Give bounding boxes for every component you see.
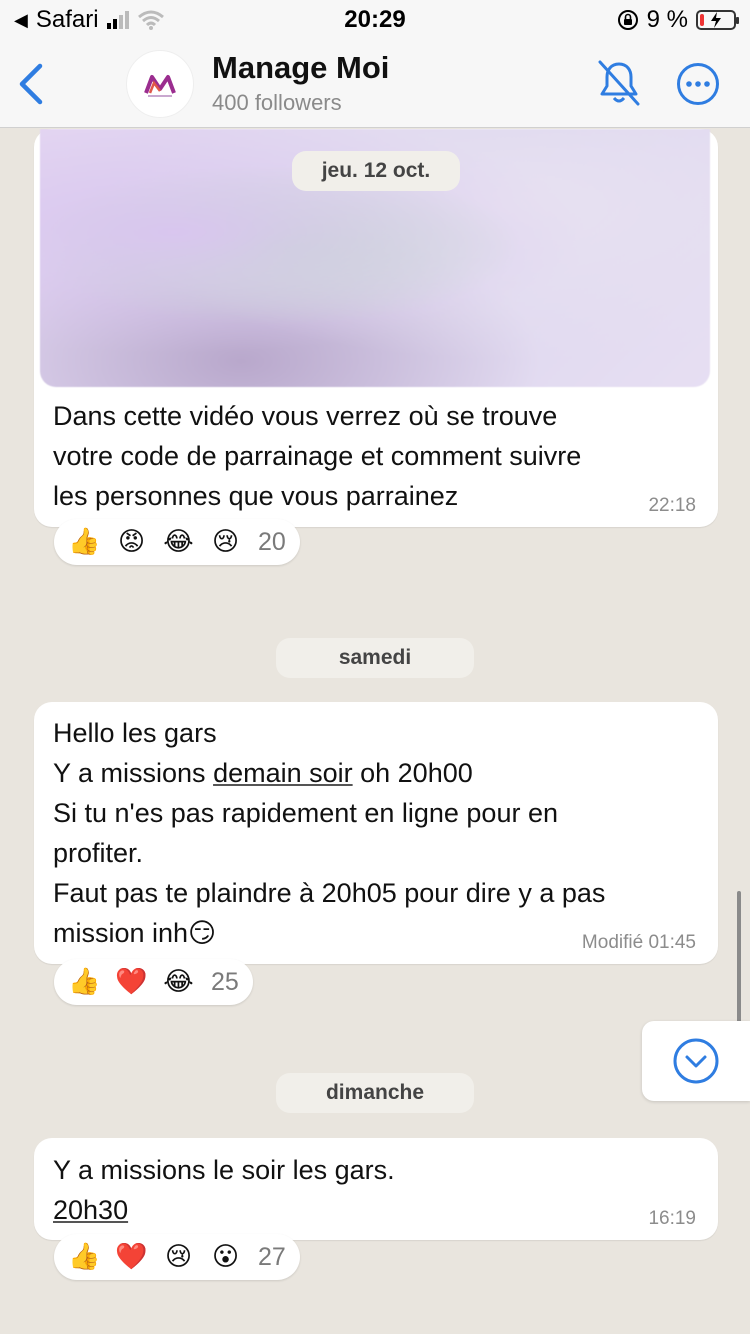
reaction-count: 20: [258, 527, 286, 556]
cry-reaction[interactable]: 😢: [209, 526, 242, 559]
laugh-reaction[interactable]: 😂: [162, 526, 195, 559]
status-right: 9 %: [617, 6, 739, 34]
message-line: Si tu n'es pas rapidement en ligne pour …: [53, 798, 558, 828]
message-line: Y a missions demain soir oh 20h00: [53, 753, 605, 793]
ellipsis-circle-icon[interactable]: [676, 62, 720, 106]
orientation-lock-icon: [617, 10, 638, 30]
wifi-icon: [137, 10, 164, 30]
chat-header: Manage Moi 400 followers: [0, 40, 750, 128]
message-fragment: Y a missions: [53, 758, 214, 788]
channel-title[interactable]: Manage Moi: [212, 50, 389, 86]
heart-reaction[interactable]: ❤️: [115, 966, 148, 999]
reaction-count: 25: [211, 967, 239, 996]
reactions-bar[interactable]: 👍 😡 😂 😢 20: [54, 519, 300, 565]
message-time: Modifié 01:45: [581, 932, 696, 953]
thumbs-up-reaction[interactable]: 👍: [68, 526, 101, 559]
date-pill: jeu. 12 oct.: [292, 151, 460, 191]
back-chevron-icon[interactable]: [14, 60, 50, 108]
thumbs-up-reaction[interactable]: 👍: [68, 1241, 101, 1274]
back-to-app-icon[interactable]: ◀: [14, 10, 28, 31]
message-time: 16:19: [648, 1208, 696, 1229]
message-line: les personnes que vous parrainez: [53, 481, 459, 511]
time-link[interactable]: 20h30: [53, 1195, 128, 1225]
message-time: 22:18: [648, 495, 696, 516]
followers-count: 400 followers: [212, 90, 342, 115]
message-line: votre code de parrainage et comment suiv…: [53, 441, 582, 471]
message-text: Dans cette vidéo vous verrez où se trouv…: [53, 396, 581, 516]
status-bar: ◀ Safari 20:29 9 %: [0, 0, 750, 40]
message-bubble[interactable]: Hello les gars Y a missions demain soir …: [34, 702, 718, 964]
message-line: Y a missions le soir les gars.: [53, 1155, 395, 1185]
message-line: Hello les gars: [53, 718, 217, 748]
chat-area[interactable]: Dans cette vidéo vous verrez où se trouv…: [0, 129, 750, 1334]
back-app-label[interactable]: Safari: [36, 6, 99, 34]
signal-icon: [106, 11, 129, 29]
message-text: Hello les gars Y a missions demain soir …: [53, 713, 605, 953]
message-line: Faut pas te plaindre à 20h05 pour dire y…: [53, 878, 606, 908]
angry-reaction[interactable]: 😡: [115, 526, 148, 559]
reaction-count: 27: [258, 1242, 286, 1271]
message-text: Y a missions le soir les gars. 20h30: [53, 1150, 395, 1230]
battery-percent: 9 %: [646, 6, 688, 33]
chevron-down-circle-icon: [673, 1038, 719, 1084]
surprised-reaction[interactable]: 😮: [209, 1241, 242, 1274]
manage-moi-logo: [144, 75, 176, 97]
reactions-bar[interactable]: 👍 ❤️ 😂 25: [54, 959, 253, 1005]
message-line: Dans cette vidéo vous verrez où se trouv…: [53, 401, 558, 431]
message-line: profiter.: [53, 838, 144, 868]
avatar[interactable]: [126, 50, 194, 118]
battery-charging-icon: [696, 10, 739, 30]
laugh-reaction[interactable]: 😂: [162, 966, 195, 999]
thumbs-up-reaction[interactable]: 👍: [68, 966, 101, 999]
date-link[interactable]: demain soir: [213, 758, 353, 788]
bell-slash-icon[interactable]: [592, 56, 646, 110]
heart-reaction[interactable]: ❤️: [115, 1241, 148, 1274]
message-fragment: oh 20h00: [352, 758, 473, 788]
status-left: ◀ Safari: [14, 6, 165, 34]
message-line: mission inh😏: [53, 918, 217, 948]
date-pill: samedi: [276, 638, 474, 678]
reactions-bar[interactable]: 👍 ❤️ 😢 😮 27: [54, 1234, 300, 1280]
message-bubble[interactable]: Y a missions le soir les gars. 20h30 16:…: [34, 1138, 718, 1240]
cry-reaction[interactable]: 😢: [162, 1241, 195, 1274]
date-pill: dimanche: [276, 1073, 474, 1113]
scroll-to-bottom-button[interactable]: [642, 1021, 750, 1101]
